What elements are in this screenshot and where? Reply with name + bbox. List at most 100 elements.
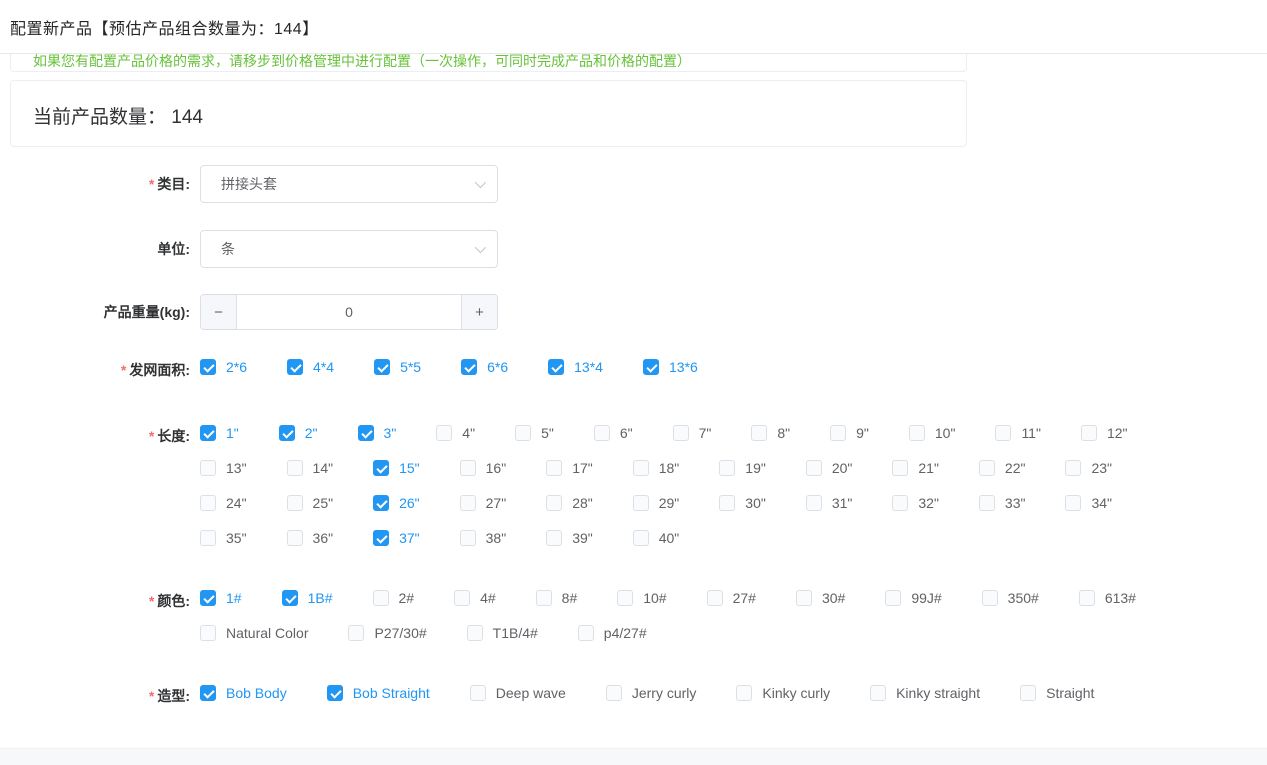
checkbox-item[interactable]: 20" — [806, 460, 853, 476]
checkbox-checked-icon[interactable] — [643, 359, 659, 375]
checkbox-item[interactable]: 6*6 — [461, 359, 508, 375]
checkbox-item[interactable]: 22" — [979, 460, 1026, 476]
checkbox-unchecked-icon[interactable] — [885, 590, 901, 606]
checkbox-item[interactable]: 29" — [633, 495, 680, 511]
checkbox-unchecked-icon[interactable] — [870, 685, 886, 701]
checkbox-item[interactable]: 9" — [830, 425, 869, 441]
checkbox-unchecked-icon[interactable] — [606, 685, 622, 701]
checkbox-unchecked-icon[interactable] — [460, 460, 476, 476]
checkbox-checked-icon[interactable] — [200, 590, 216, 606]
checkbox-unchecked-icon[interactable] — [617, 590, 633, 606]
checkbox-unchecked-icon[interactable] — [287, 495, 303, 511]
checkbox-item[interactable]: 30" — [719, 495, 766, 511]
checkbox-item[interactable]: 28" — [546, 495, 593, 511]
checkbox-item[interactable]: 18" — [633, 460, 680, 476]
checkbox-unchecked-icon[interactable] — [892, 495, 908, 511]
checkbox-item[interactable]: 2" — [279, 425, 318, 441]
checkbox-unchecked-icon[interactable] — [633, 460, 649, 476]
checkbox-item[interactable]: Deep wave — [470, 685, 566, 701]
checkbox-checked-icon[interactable] — [548, 359, 564, 375]
checkbox-item[interactable]: 1# — [200, 590, 242, 606]
checkbox-item[interactable]: 10" — [909, 425, 956, 441]
checkbox-checked-icon[interactable] — [373, 530, 389, 546]
checkbox-item[interactable]: 7" — [673, 425, 712, 441]
checkbox-item[interactable]: 1" — [200, 425, 239, 441]
checkbox-item[interactable]: 19" — [719, 460, 766, 476]
checkbox-unchecked-icon[interactable] — [633, 530, 649, 546]
checkbox-checked-icon[interactable] — [287, 359, 303, 375]
checkbox-unchecked-icon[interactable] — [454, 590, 470, 606]
checkbox-item[interactable]: 14" — [287, 460, 334, 476]
unit-select[interactable]: 条 — [200, 230, 498, 268]
decrement-button[interactable]: − — [201, 295, 237, 329]
checkbox-item[interactable]: Kinky curly — [736, 685, 830, 701]
checkbox-unchecked-icon[interactable] — [1065, 495, 1081, 511]
checkbox-unchecked-icon[interactable] — [806, 460, 822, 476]
checkbox-item[interactable]: 10# — [617, 590, 666, 606]
checkbox-unchecked-icon[interactable] — [796, 590, 812, 606]
checkbox-unchecked-icon[interactable] — [460, 530, 476, 546]
checkbox-unchecked-icon[interactable] — [348, 625, 364, 641]
checkbox-unchecked-icon[interactable] — [470, 685, 486, 701]
checkbox-unchecked-icon[interactable] — [995, 425, 1011, 441]
checkbox-item[interactable]: 613# — [1079, 590, 1136, 606]
checkbox-unchecked-icon[interactable] — [1081, 425, 1097, 441]
checkbox-item[interactable]: Jerry curly — [606, 685, 697, 701]
checkbox-item[interactable]: 2# — [373, 590, 415, 606]
checkbox-unchecked-icon[interactable] — [751, 425, 767, 441]
checkbox-unchecked-icon[interactable] — [1065, 460, 1081, 476]
checkbox-item[interactable]: 15" — [373, 460, 420, 476]
weight-input[interactable]: 0 — [237, 295, 461, 329]
checkbox-unchecked-icon[interactable] — [546, 495, 562, 511]
checkbox-item[interactable]: 2*6 — [200, 359, 247, 375]
checkbox-item[interactable]: 24" — [200, 495, 247, 511]
checkbox-unchecked-icon[interactable] — [200, 495, 216, 511]
checkbox-unchecked-icon[interactable] — [546, 530, 562, 546]
checkbox-item[interactable]: 30# — [796, 590, 845, 606]
checkbox-unchecked-icon[interactable] — [467, 625, 483, 641]
checkbox-item[interactable]: p4/27# — [578, 625, 647, 641]
checkbox-unchecked-icon[interactable] — [373, 590, 389, 606]
checkbox-item[interactable]: 32" — [892, 495, 939, 511]
checkbox-item[interactable]: 5*5 — [374, 359, 421, 375]
checkbox-unchecked-icon[interactable] — [515, 425, 531, 441]
checkbox-checked-icon[interactable] — [358, 425, 374, 441]
checkbox-checked-icon[interactable] — [373, 495, 389, 511]
checkbox-unchecked-icon[interactable] — [200, 625, 216, 641]
checkbox-unchecked-icon[interactable] — [979, 460, 995, 476]
checkbox-item[interactable]: 23" — [1065, 460, 1112, 476]
checkbox-item[interactable]: 26" — [373, 495, 420, 511]
checkbox-unchecked-icon[interactable] — [200, 530, 216, 546]
checkbox-item[interactable]: Kinky straight — [870, 685, 980, 701]
checkbox-unchecked-icon[interactable] — [909, 425, 925, 441]
checkbox-item[interactable]: 1B# — [282, 590, 333, 606]
checkbox-item[interactable]: 39" — [546, 530, 593, 546]
checkbox-item[interactable]: 25" — [287, 495, 334, 511]
checkbox-unchecked-icon[interactable] — [719, 460, 735, 476]
checkbox-item[interactable]: 13" — [200, 460, 247, 476]
checkbox-item[interactable]: 17" — [546, 460, 593, 476]
category-select[interactable]: 拼接头套 — [200, 165, 498, 203]
checkbox-unchecked-icon[interactable] — [200, 460, 216, 476]
checkbox-item[interactable]: 34" — [1065, 495, 1112, 511]
checkbox-item[interactable]: 35" — [200, 530, 247, 546]
checkbox-item[interactable]: 6" — [594, 425, 633, 441]
checkbox-checked-icon[interactable] — [327, 685, 343, 701]
checkbox-checked-icon[interactable] — [279, 425, 295, 441]
checkbox-item[interactable]: T1B/4# — [467, 625, 538, 641]
checkbox-item[interactable]: 13*4 — [548, 359, 603, 375]
checkbox-item[interactable]: 350# — [982, 590, 1039, 606]
checkbox-item[interactable]: 27# — [707, 590, 756, 606]
checkbox-checked-icon[interactable] — [282, 590, 298, 606]
checkbox-unchecked-icon[interactable] — [1079, 590, 1095, 606]
checkbox-unchecked-icon[interactable] — [578, 625, 594, 641]
checkbox-item[interactable]: 4# — [454, 590, 496, 606]
checkbox-unchecked-icon[interactable] — [892, 460, 908, 476]
checkbox-item[interactable]: 16" — [460, 460, 507, 476]
checkbox-item[interactable]: 11" — [995, 425, 1041, 441]
checkbox-item[interactable]: 3" — [358, 425, 397, 441]
checkbox-item[interactable]: Bob Body — [200, 685, 287, 701]
checkbox-checked-icon[interactable] — [200, 359, 216, 375]
checkbox-unchecked-icon[interactable] — [982, 590, 998, 606]
checkbox-unchecked-icon[interactable] — [633, 495, 649, 511]
